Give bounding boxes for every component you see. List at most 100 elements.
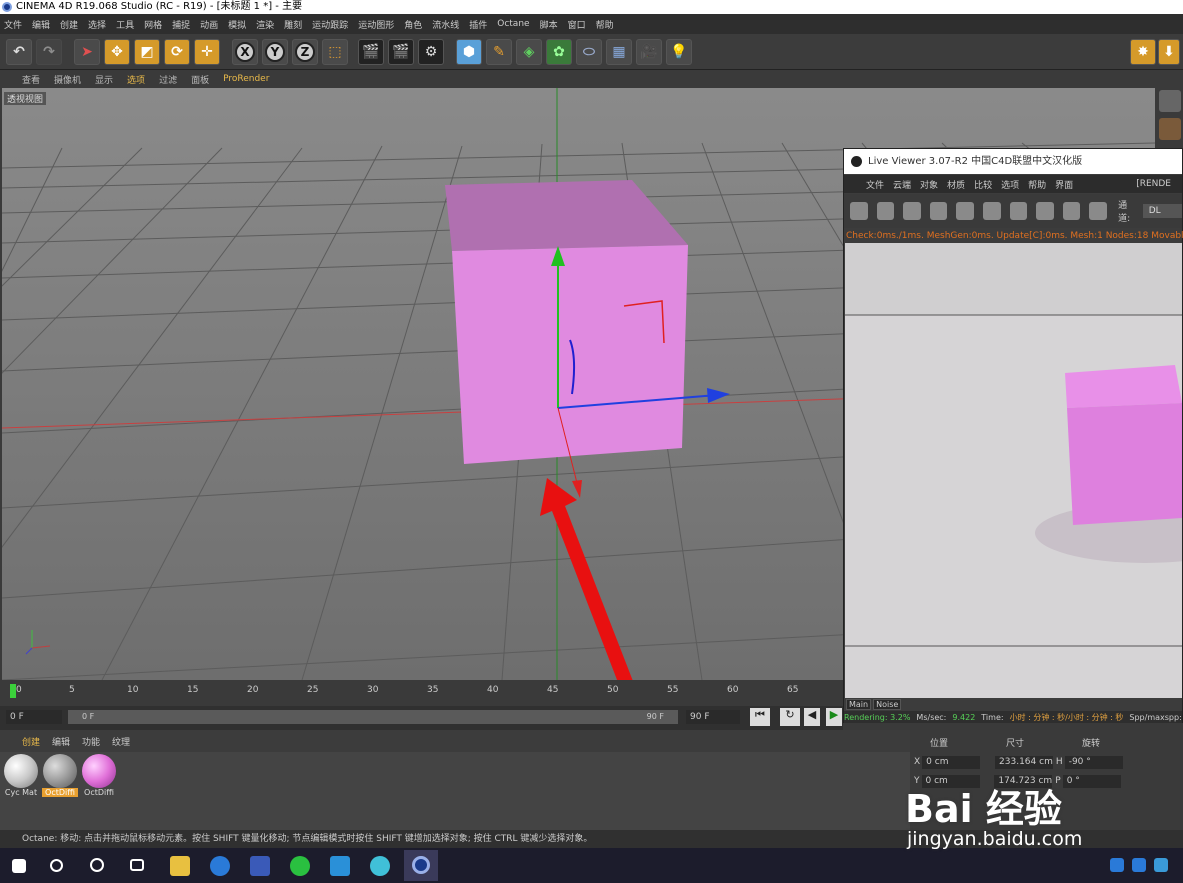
redo-button[interactable]: ↷ — [36, 39, 62, 65]
loop-button[interactable]: ↻ — [780, 708, 800, 726]
tab-noise[interactable]: Noise — [873, 699, 902, 710]
viewport-menu-camera[interactable]: 摄像机 — [54, 73, 81, 86]
viewport-menu-prorender[interactable]: ProRender — [223, 74, 269, 84]
menu-mograph[interactable]: 运动图形 — [358, 18, 394, 31]
wechat-icon[interactable] — [290, 856, 310, 876]
layout-button[interactable]: ✸ — [1130, 39, 1156, 65]
timeline-ruler[interactable]: 0 5 10 15 20 25 30 35 40 45 50 55 60 65 — [0, 680, 843, 706]
z-axis-lock-button[interactable]: Z — [292, 39, 318, 65]
file-explorer-icon[interactable] — [170, 856, 190, 876]
region-icon[interactable] — [1036, 202, 1054, 220]
channel-select[interactable]: DL — [1142, 204, 1182, 218]
floor-button[interactable]: ▦ — [606, 39, 632, 65]
move-tool-button[interactable]: ✥ — [104, 39, 130, 65]
settings-gear-icon[interactable] — [956, 202, 975, 220]
app-icon[interactable] — [330, 856, 350, 876]
mograph-button[interactable]: ✿ — [546, 39, 572, 65]
menu-create[interactable]: 创建 — [60, 18, 78, 31]
object-cube-icon[interactable] — [1159, 118, 1181, 140]
menu-pipeline[interactable]: 流水线 — [432, 18, 459, 31]
y-axis-lock-button[interactable]: Y — [262, 39, 288, 65]
menu-snap[interactable]: 捕捉 — [172, 18, 190, 31]
lv-menu-help[interactable]: 帮助 — [1028, 178, 1046, 191]
rotation-h-field[interactable]: -90 ° — [1064, 756, 1123, 769]
viewport-menu-filter[interactable]: 过滤 — [159, 73, 177, 86]
step-back-button[interactable]: ◀ — [804, 708, 820, 726]
position-x-field[interactable]: 0 cm — [922, 756, 981, 769]
go-to-start-button[interactable]: ⏮ — [750, 708, 770, 726]
cinema4d-taskbar-button[interactable] — [404, 850, 438, 881]
material-octdiffuse-gray[interactable]: OctDiffi — [42, 754, 78, 804]
region-render-icon[interactable] — [929, 202, 948, 220]
play-button[interactable]: ▶ — [826, 708, 842, 726]
undo-button[interactable]: ↶ — [6, 39, 32, 65]
search-icon[interactable] — [50, 859, 63, 872]
menu-tools[interactable]: 工具 — [116, 18, 134, 31]
menu-render[interactable]: 渲染 — [256, 18, 274, 31]
lv-menu-interface[interactable]: 界面 — [1055, 178, 1073, 191]
menu-file[interactable]: 文件 — [4, 18, 22, 31]
app-icon[interactable] — [370, 856, 390, 876]
render-canvas[interactable] — [845, 243, 1183, 698]
lv-menu-options[interactable]: 选项 — [1001, 178, 1019, 191]
lv-menu-objects[interactable]: 对象 — [920, 178, 938, 191]
viewport-menu-panel[interactable]: 面板 — [191, 73, 209, 86]
lv-menu-materials[interactable]: 材质 — [947, 178, 965, 191]
tray-icon[interactable] — [1110, 858, 1124, 872]
viewport-menu-options[interactable]: 选项 — [127, 73, 145, 86]
material-ball-icon[interactable] — [1009, 202, 1028, 220]
send-scene-icon[interactable] — [850, 202, 868, 220]
material-cyc-mat[interactable]: Cyc Mat — [3, 754, 39, 804]
app-icon[interactable] — [250, 856, 270, 876]
menu-mesh[interactable]: 网格 — [144, 18, 162, 31]
select-tool-button[interactable]: ➤ — [74, 39, 100, 65]
size-x-field[interactable]: 233.164 cm — [995, 756, 1054, 769]
camera-button[interactable]: 🎥 — [636, 39, 662, 65]
lv-menu-compare[interactable]: 比较 — [974, 178, 992, 191]
material-menu-edit[interactable]: 编辑 — [52, 735, 70, 748]
menu-select[interactable]: 选择 — [88, 18, 106, 31]
menu-character[interactable]: 角色 — [404, 18, 422, 31]
tray-icon[interactable] — [1132, 858, 1146, 872]
menu-octane[interactable]: Octane — [497, 19, 529, 29]
menu-window[interactable]: 窗口 — [568, 18, 586, 31]
palette-button-1[interactable] — [1159, 90, 1181, 112]
menu-script[interactable]: 脚本 — [540, 18, 558, 31]
browser-icon[interactable] — [210, 856, 230, 876]
cortana-icon[interactable] — [90, 858, 104, 872]
transform-tool-button[interactable]: ✛ — [194, 39, 220, 65]
menu-help[interactable]: 帮助 — [596, 18, 614, 31]
pick-focus-icon[interactable] — [1062, 202, 1081, 220]
cube-object[interactable] — [445, 180, 688, 464]
menu-motion-tracking[interactable]: 运动跟踪 — [312, 18, 348, 31]
render-picture-viewer-button[interactable]: 🎬 — [388, 39, 414, 65]
viewport-menu-display[interactable]: 显示 — [95, 73, 113, 86]
menu-plugins[interactable]: 插件 — [469, 18, 487, 31]
lv-menu-file[interactable]: 文件 — [866, 178, 884, 191]
pause-icon[interactable] — [903, 202, 921, 220]
tray-icon[interactable] — [1154, 858, 1168, 872]
task-view-icon[interactable] — [130, 859, 144, 871]
subdivision-button[interactable]: ◈ — [516, 39, 542, 65]
pick-material-icon[interactable] — [1089, 202, 1108, 220]
rotate-tool-button[interactable]: ⟳ — [164, 39, 190, 65]
windows-start-icon[interactable] — [12, 859, 26, 873]
viewport-menu-view[interactable]: 查看 — [22, 73, 40, 86]
menu-edit[interactable]: 编辑 — [32, 18, 50, 31]
menu-sculpt[interactable]: 雕刻 — [284, 18, 302, 31]
lv-menu-cloud[interactable]: 云端 — [893, 178, 911, 191]
deformer-button[interactable]: ⬭ — [576, 39, 602, 65]
menu-animate[interactable]: 动画 — [200, 18, 218, 31]
material-menu-create[interactable]: 创建 — [22, 735, 40, 748]
tab-main[interactable]: Main — [846, 699, 872, 710]
menu-simulate[interactable]: 模拟 — [228, 18, 246, 31]
pen-tool-button[interactable]: ✎ — [486, 39, 512, 65]
end-frame-field[interactable]: 90 F — [686, 710, 740, 724]
import-button[interactable]: ⬇ — [1158, 39, 1180, 65]
light-button[interactable]: 💡 — [666, 39, 692, 65]
current-frame-field[interactable]: 0 F — [6, 710, 62, 724]
material-octdiffuse-pink[interactable]: OctDiffi — [81, 754, 117, 804]
scale-tool-button[interactable]: ◩ — [134, 39, 160, 65]
coordinate-system-button[interactable]: ⬚ — [322, 39, 348, 65]
frame-range-slider[interactable]: 0 F 90 F — [68, 710, 678, 724]
